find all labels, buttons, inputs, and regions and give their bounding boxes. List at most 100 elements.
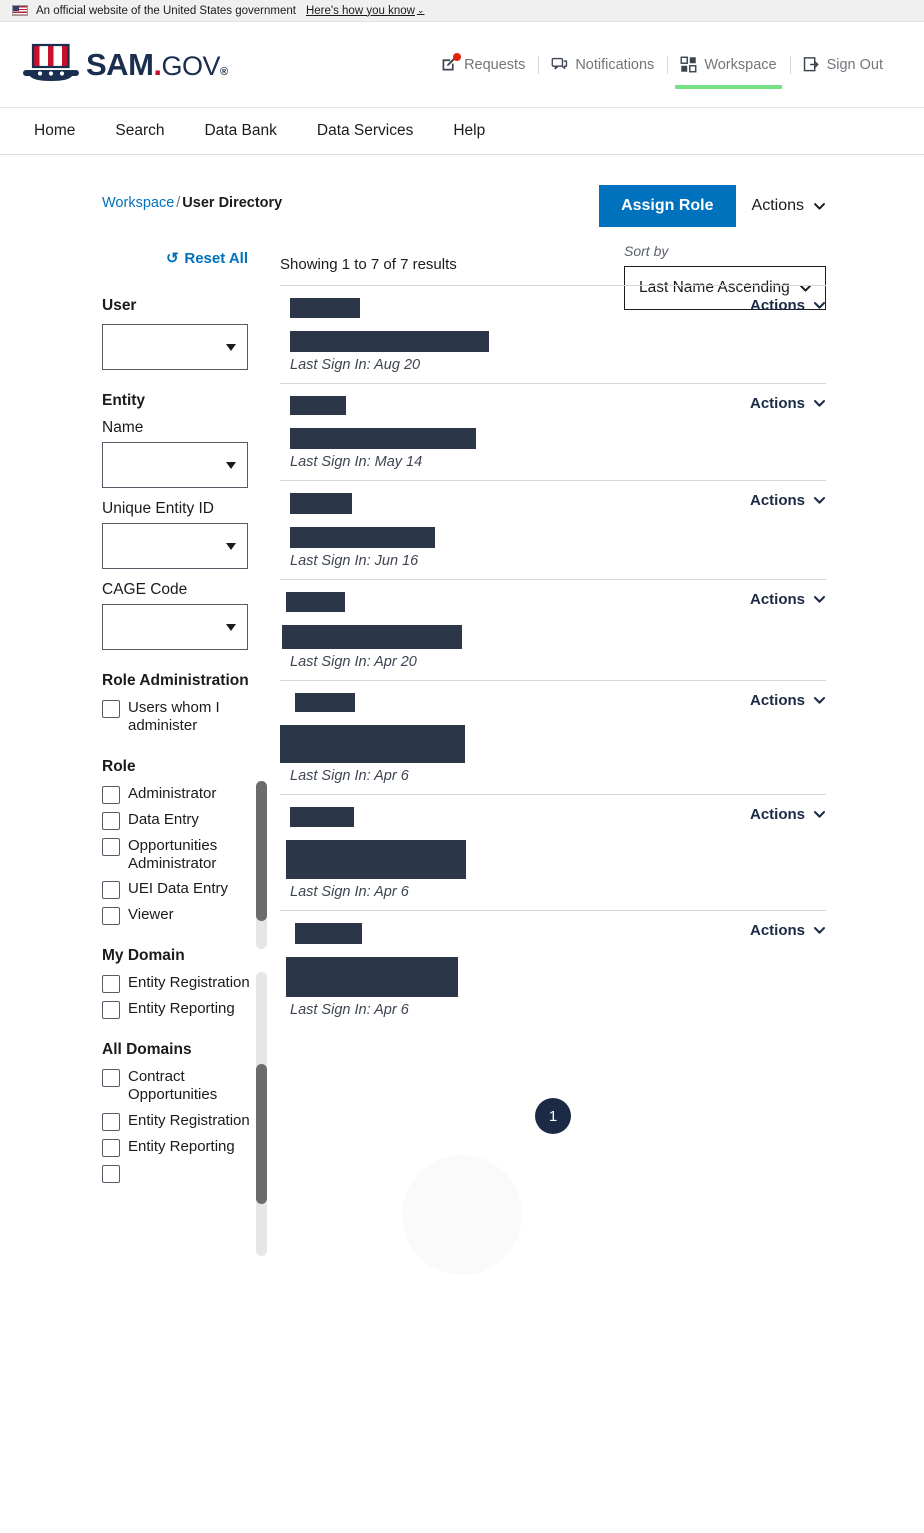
last-sign-in-prefix: Last Sign In: [290,357,375,373]
reset-all-button[interactable]: ↻ Reset All [102,249,250,268]
row-actions-dropdown[interactable]: Actions [750,692,826,709]
role-scrollbar-track[interactable] [256,780,267,949]
logo-dot: . [153,47,162,82]
toolbar-actions: Assign Role Actions [599,185,826,227]
checkbox-all-domains-entity-registration[interactable]: Entity Registration [102,1112,250,1131]
checkbox-label: Entity Registration [128,974,250,992]
util-nav-notifications[interactable]: Notifications [538,22,667,107]
all-domains-scrollbar-track[interactable] [256,1064,267,1257]
checkbox-icon[interactable] [102,881,120,900]
checkbox-administrator[interactable]: Administrator [102,785,250,804]
checkbox-my-domain-entity-reporting[interactable]: Entity Reporting [102,1000,250,1020]
user-select[interactable] [102,324,248,370]
table-row: Actions Last Sign In: Apr 6 [280,680,826,794]
checkbox-icon[interactable] [102,1069,120,1088]
checkbox-icon[interactable] [102,811,120,830]
breadcrumb-workspace-link[interactable]: Workspace [102,195,174,211]
checkbox-all-domains-contract-opportunities[interactable]: Contract Opportunities [102,1068,250,1105]
checkbox-viewer[interactable]: Viewer [102,906,250,926]
triangle-down-icon [226,623,236,631]
last-sign-in: Last Sign In: Apr 6 [290,1002,826,1018]
checkbox-all-domains-entity-reporting[interactable]: Entity Reporting [102,1138,250,1157]
last-sign-in: Last Sign In: Apr 6 [290,884,826,900]
checkbox-users-whom-i-administer[interactable]: Users whom I administer [102,699,250,736]
row-actions-dropdown[interactable]: Actions [750,922,826,939]
row-actions-dropdown[interactable]: Actions [750,492,826,509]
table-row: Actions Last Sign In: May 14 [280,383,826,480]
redacted-user-name [295,693,355,712]
actions-dropdown[interactable]: Actions [752,197,826,215]
util-nav-workspace[interactable]: Workspace [667,22,789,107]
checkbox-label: Entity Registration [128,1111,250,1129]
checkbox-icon[interactable] [102,1001,120,1020]
row-actions-dropdown[interactable]: Actions [750,806,826,823]
checkbox-icon[interactable] [102,700,120,718]
checkbox-icon[interactable] [102,907,120,926]
nav-item-data-bank[interactable]: Data Bank [184,108,296,154]
checkbox-icon[interactable] [102,1164,120,1183]
pagination-page-1[interactable]: 1 [535,1098,571,1134]
table-row: Actions Last Sign In: Apr 6 [280,794,826,910]
checkbox-icon[interactable] [102,785,120,804]
logo-registered-mark: ® [220,66,228,78]
checkbox-icon[interactable] [102,837,120,856]
unique-entity-id-label: Unique Entity ID [102,500,214,517]
checkbox-my-domain-entity-registration[interactable]: Entity Registration [102,974,250,994]
cage-code-select[interactable] [102,604,248,650]
util-nav-sign-out[interactable]: Sign Out [790,22,896,107]
sam-gov-logo[interactable]: SAM. GOV ® [20,43,228,87]
last-sign-in-prefix: Last Sign In: [290,553,375,569]
heres-how-you-know-link[interactable]: Here's how you know ⌄ [306,5,425,17]
row-actions-dropdown[interactable]: Actions [750,591,826,608]
checkbox-label: Opportunities Administrator [128,836,218,872]
table-row: Actions Last Sign In: Jun 16 [280,480,826,579]
row-actions-label: Actions [749,492,805,509]
last-sign-in-prefix: Last Sign In: [290,654,375,670]
breadcrumb-current: User Directory [182,195,283,211]
requests-badge-dot [453,53,462,61]
filter-group-user: User [102,297,250,370]
unique-entity-id-select[interactable] [102,523,248,569]
row-actions-dropdown[interactable]: Actions [750,297,826,314]
row-actions-dropdown[interactable]: Actions [750,395,826,412]
util-nav-requests[interactable]: Requests [427,22,538,107]
checkbox-data-entry[interactable]: Data Entry [102,811,250,830]
breadcrumb: Workspace / User Directory [102,185,282,211]
checkbox-label: Users whom I administer [128,699,220,735]
chevron-down-icon [813,400,826,407]
last-sign-in: Last Sign In: Apr 20 [290,654,826,670]
redacted-organization [290,428,476,449]
last-sign-in-date: Apr 20 [374,654,417,670]
checkbox-all-domains-partial[interactable] [102,1164,250,1183]
role-scrollbar-thumb[interactable] [256,780,267,921]
filter-group-my-domain-title: My Domain [102,947,185,965]
edit-pencil-icon [440,53,462,73]
sign-out-arrow-icon [803,56,820,73]
nav-item-data-services[interactable]: Data Services [297,108,433,154]
checkbox-label: Administrator [128,784,217,802]
last-sign-in: Last Sign In: May 14 [290,454,826,470]
checkbox-uei-data-entry[interactable]: UEI Data Entry [102,880,250,900]
redacted-organization [286,840,466,879]
logo-gov-text: GOV [161,51,221,81]
checkbox-opportunities-administrator[interactable]: Opportunities Administrator [102,837,250,874]
checkbox-icon[interactable] [102,975,120,994]
nav-item-home[interactable]: Home [14,108,95,154]
last-sign-in-date: Apr 6 [374,884,409,900]
assign-role-button[interactable]: Assign Role [599,185,736,227]
chevron-down-icon [813,811,826,818]
last-sign-in-prefix: Last Sign In: [290,884,375,900]
checkbox-icon[interactable] [102,1138,120,1157]
my-domain-scrollbar-track[interactable] [256,972,267,1073]
redacted-organization [282,625,462,649]
checkbox-label: Data Entry [128,810,199,828]
nav-item-help[interactable]: Help [433,108,505,154]
all-domains-scrollbar-thumb[interactable] [256,1064,267,1205]
filter-group-entity: Entity Name Unique Entity ID CAGE Code [102,392,250,650]
filter-group-role-administration: Role Administration Users whom I adminis… [102,672,250,736]
checkbox-icon[interactable] [102,1112,120,1131]
page-body: Workspace / User Directory Assign Role Act… [0,155,924,1275]
entity-name-select[interactable] [102,442,248,488]
nav-item-search[interactable]: Search [95,108,184,154]
chevron-down-icon [813,596,826,603]
